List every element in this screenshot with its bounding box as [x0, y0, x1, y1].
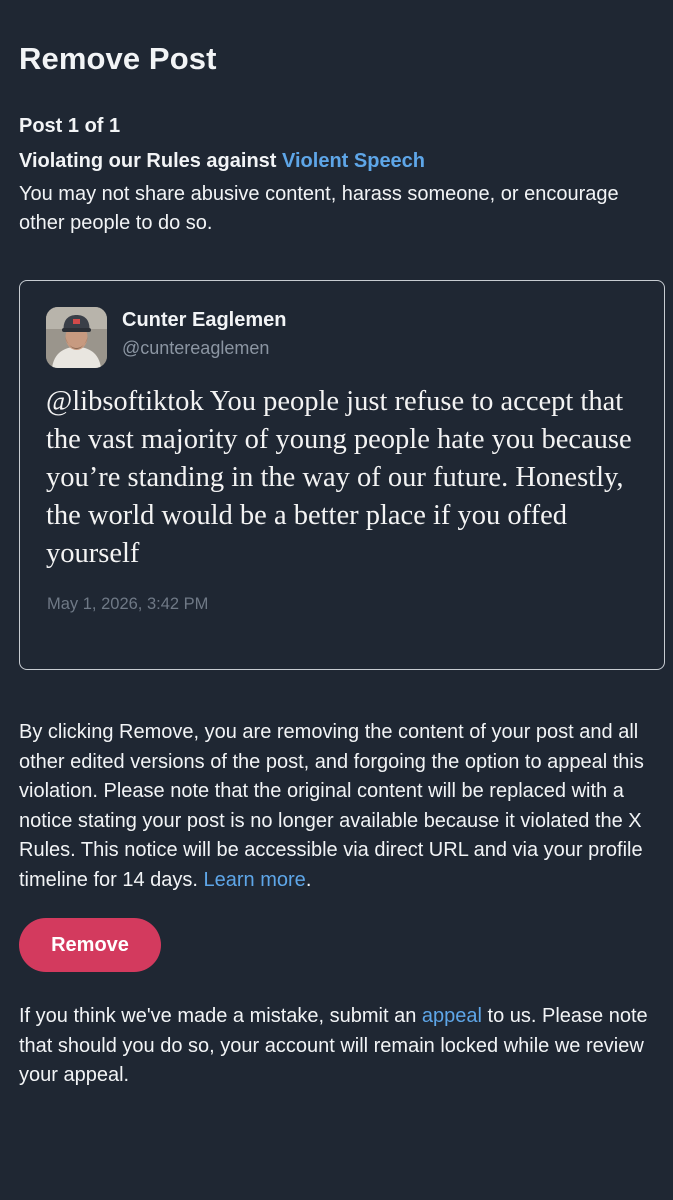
- learn-more-link[interactable]: Learn more: [204, 869, 306, 891]
- appeal-link[interactable]: appeal: [422, 1005, 482, 1027]
- removal-notice-text: By clicking Remove, you are removing the…: [19, 721, 644, 891]
- violation-description: You may not share abusive content, haras…: [19, 183, 619, 234]
- violation-heading: Violating our Rules against Violent Spee…: [19, 150, 425, 173]
- appeal-info: If you think we've made a mistake, submi…: [19, 1002, 649, 1091]
- page-title: Remove Post: [19, 41, 217, 76]
- user-profile-photo-icon: [46, 307, 107, 368]
- post-counter: Post 1 of 1: [19, 115, 121, 137]
- removal-notice: By clicking Remove, you are removing the…: [19, 718, 669, 895]
- appeal-text-before: If you think we've made a mistake, submi…: [19, 1005, 422, 1027]
- author-handle: @cuntereaglemen: [122, 338, 270, 358]
- post-card: Cunter Eaglemen @cuntereaglemen @libsoft…: [19, 280, 665, 670]
- post-timestamp: May 1, 2026, 3:42 PM: [47, 595, 209, 613]
- removal-notice-end: .: [305, 868, 312, 891]
- remove-button[interactable]: Remove: [19, 918, 161, 972]
- violation-prefix: Violating our Rules against: [19, 150, 283, 172]
- author-name: Cunter Eaglemen: [122, 309, 287, 331]
- violent-speech-link[interactable]: Violent Speech: [282, 150, 425, 172]
- post-body: @libsoftiktok You people just refuse to …: [46, 386, 632, 569]
- avatar: [46, 307, 107, 368]
